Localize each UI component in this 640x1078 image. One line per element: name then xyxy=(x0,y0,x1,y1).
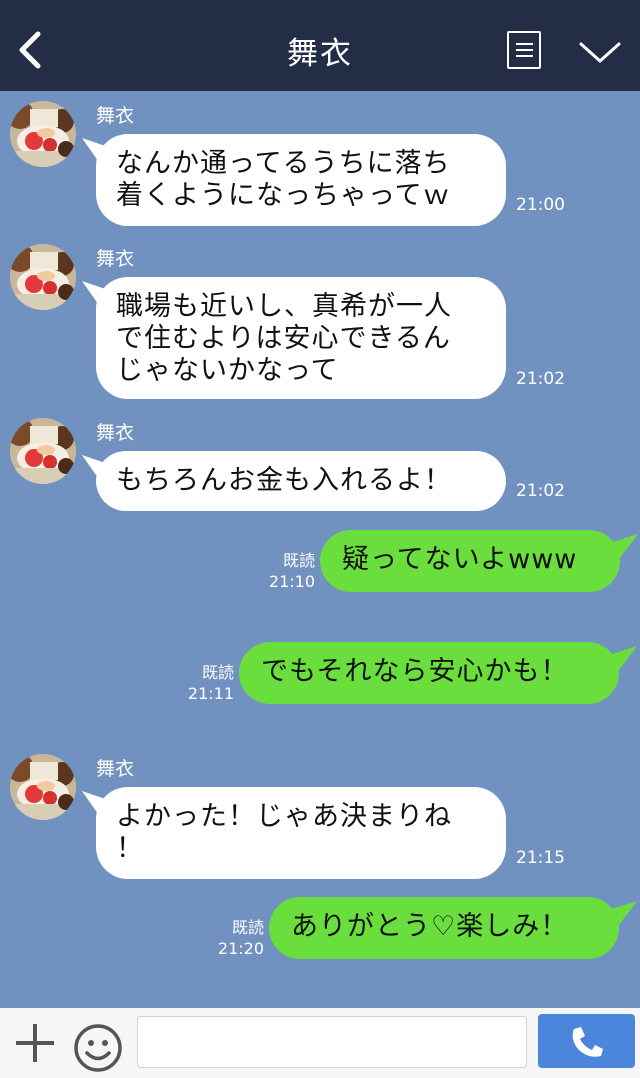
chevron-down-icon[interactable] xyxy=(578,38,622,66)
avatar[interactable] xyxy=(10,244,76,310)
incoming-message-bubble[interactable]: なんか通ってるうちに落ち 着くようになっちゃってｗ xyxy=(96,134,506,226)
message-time: 21:00 xyxy=(516,195,565,215)
avatar[interactable] xyxy=(10,101,76,167)
message-time: 21:11 xyxy=(187,684,234,703)
outgoing-message-bubble[interactable]: ありがとう♡楽しみ！ xyxy=(269,897,619,959)
message-time: 21:15 xyxy=(516,848,565,868)
read-receipt: 既読 21:11 xyxy=(158,662,234,704)
phone-icon xyxy=(572,1027,603,1057)
message-time: 21:10 xyxy=(268,572,315,591)
message-time: 21:20 xyxy=(217,939,264,958)
smiley-icon[interactable] xyxy=(72,1022,124,1074)
avatar[interactable] xyxy=(10,418,76,484)
incoming-message-bubble[interactable]: もちろんお金も入れるよ！ xyxy=(96,451,506,511)
plus-icon[interactable] xyxy=(14,1022,56,1064)
outgoing-message-bubble[interactable]: でもそれなら安心かも！ xyxy=(239,642,619,704)
composer-bar xyxy=(0,1008,640,1078)
avatar[interactable] xyxy=(10,754,76,820)
sender-name: 舞衣 xyxy=(96,758,135,780)
read-receipt: 既読 21:10 xyxy=(240,550,315,592)
read-label: 既読 xyxy=(201,663,234,682)
outgoing-message-bubble[interactable]: 疑ってないよwww xyxy=(320,530,620,592)
sender-name: 舞衣 xyxy=(96,248,135,270)
message-input[interactable] xyxy=(137,1016,527,1068)
message-time: 21:02 xyxy=(516,481,565,501)
sender-name: 舞衣 xyxy=(96,105,135,127)
menu-document-icon[interactable] xyxy=(507,31,541,69)
read-label: 既読 xyxy=(282,551,315,570)
incoming-message-bubble[interactable]: よかった！じゃあ決まりね ！ xyxy=(96,787,506,879)
message-time: 21:02 xyxy=(516,369,565,389)
read-receipt: 既読 21:20 xyxy=(188,917,264,959)
read-label: 既読 xyxy=(231,918,264,937)
chat-title: 舞衣 xyxy=(287,36,353,72)
incoming-message-bubble[interactable]: 職場も近いし、真希が一人 で住むよりは安心できるん じゃないかなって xyxy=(96,277,506,399)
call-button[interactable] xyxy=(538,1014,635,1068)
chat-header: 舞衣 xyxy=(0,0,640,91)
sender-name: 舞衣 xyxy=(96,422,135,444)
